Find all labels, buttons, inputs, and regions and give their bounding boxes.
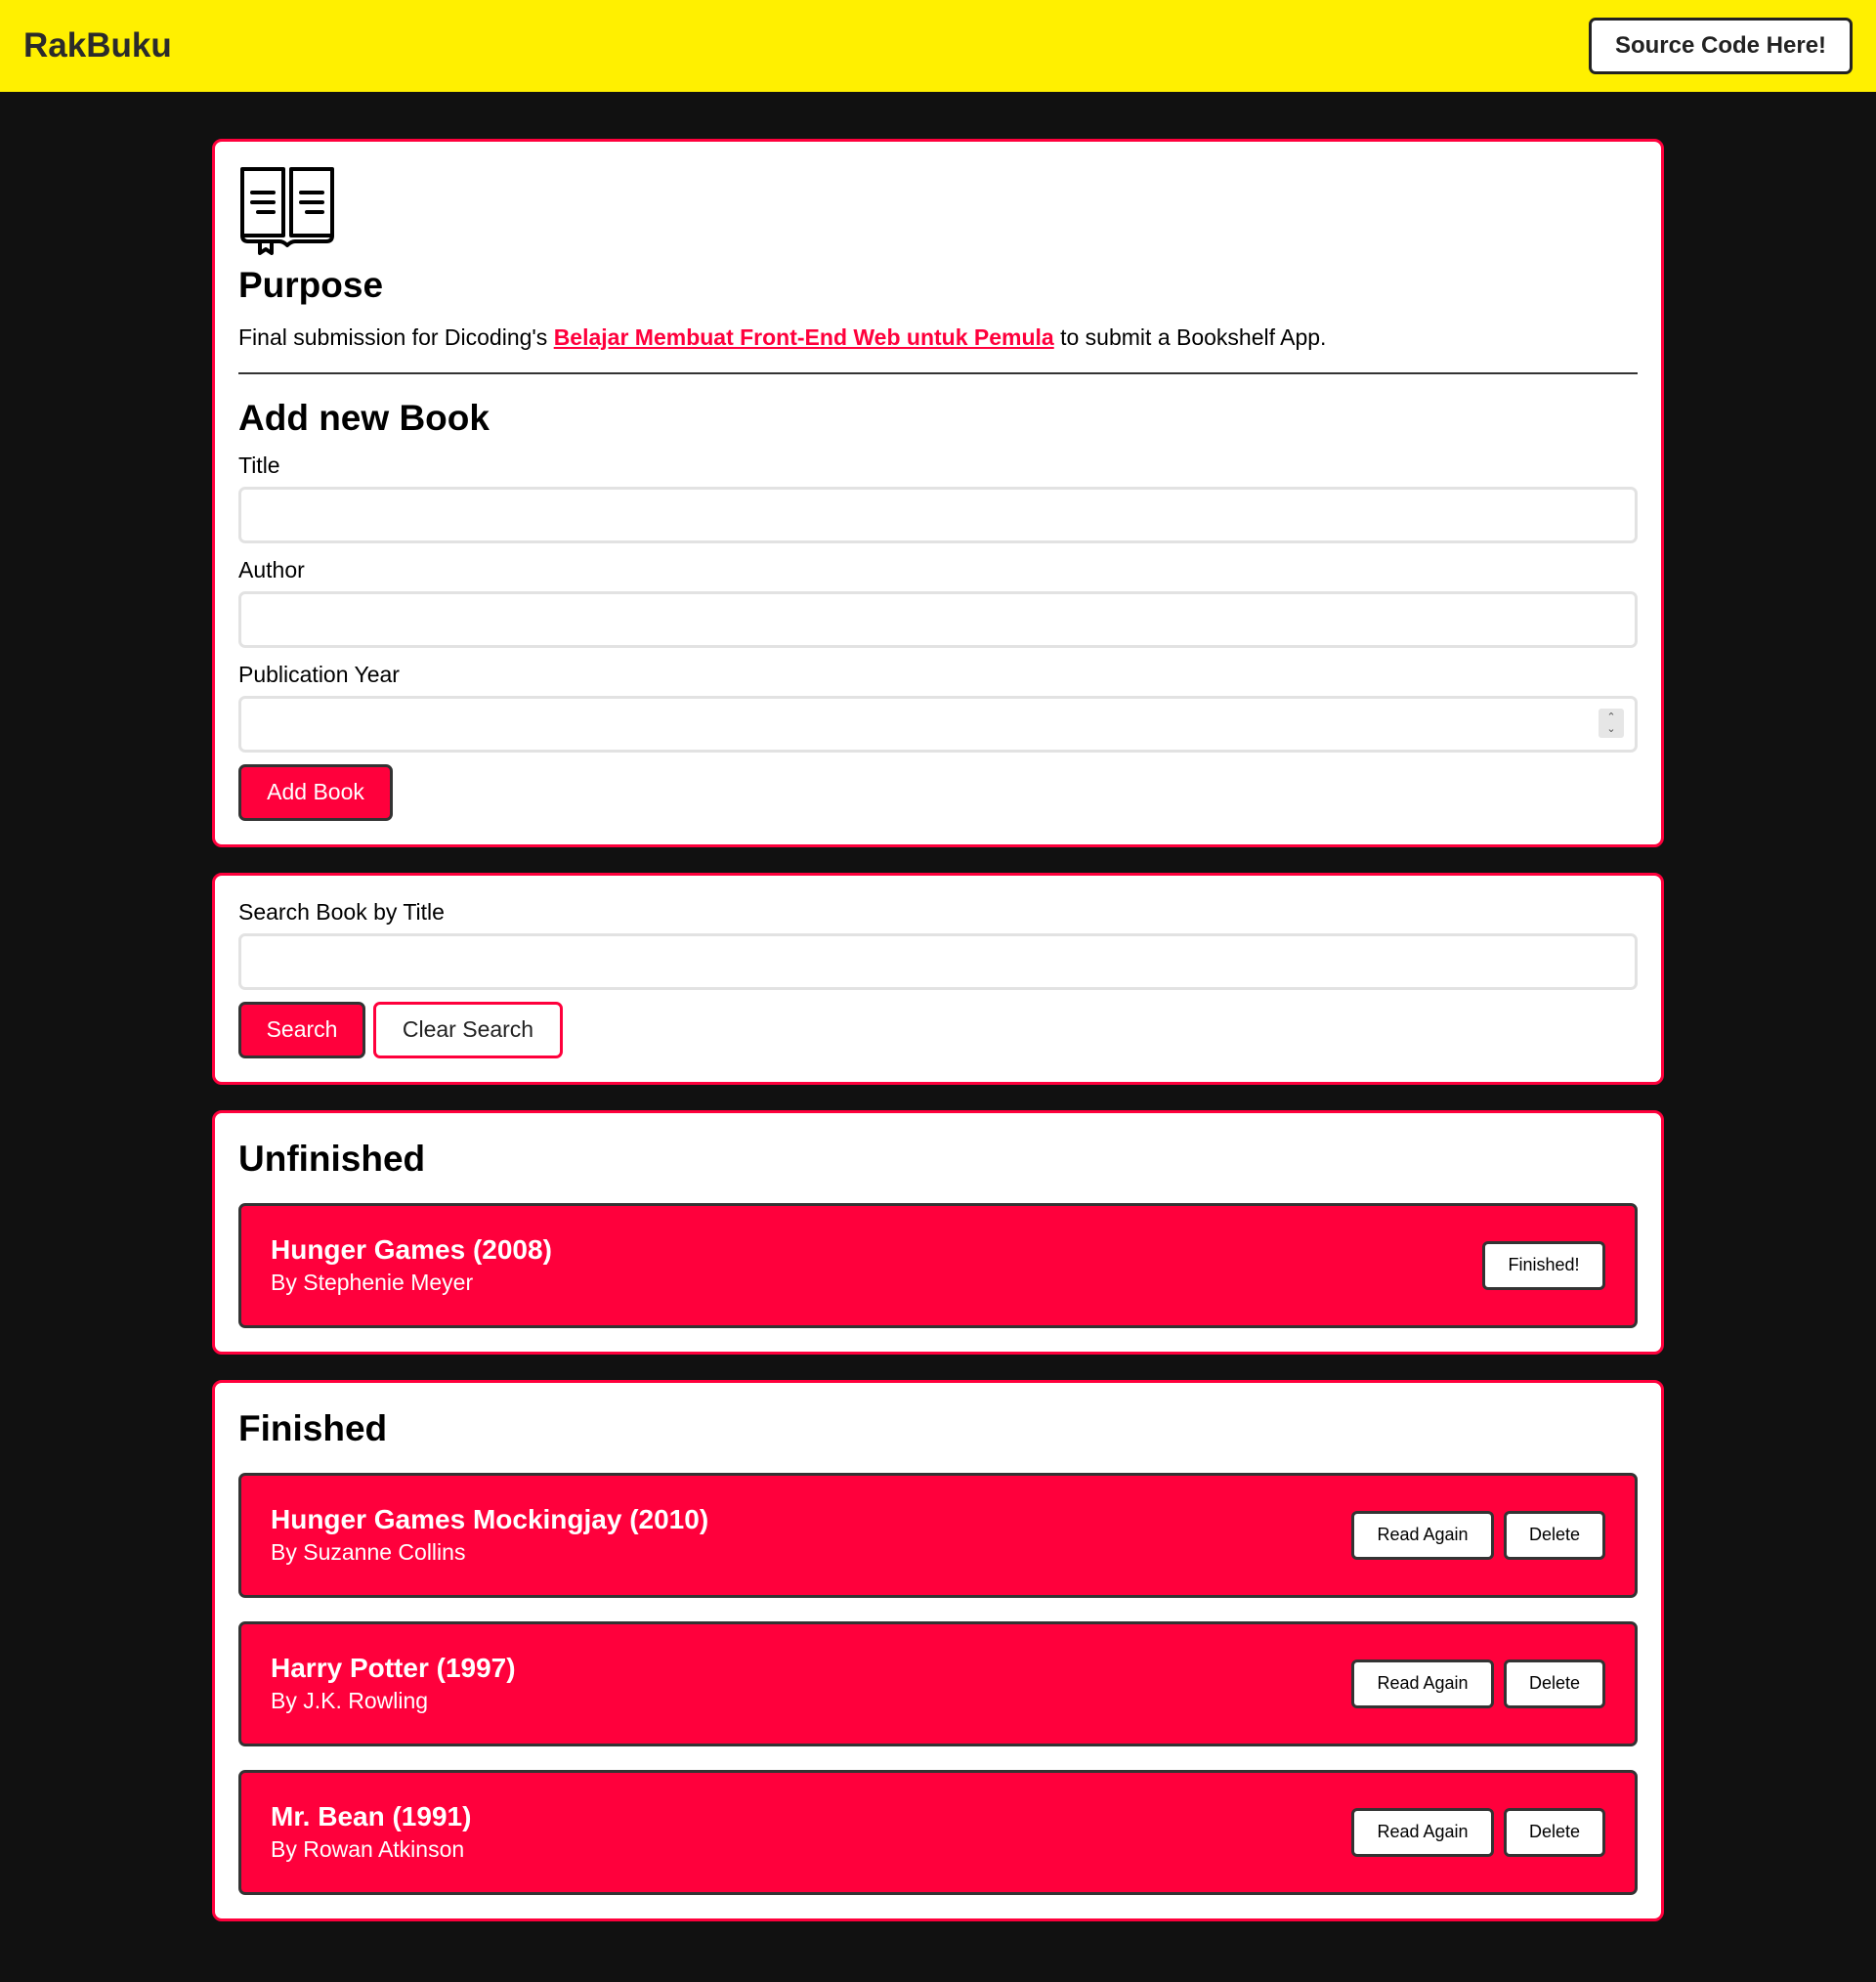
finished-shelf: Finished Hunger Games Mockingjay (2010) … [212, 1379, 1664, 1921]
add-book-form: Title Author Publication Year ⌃ ⌄ Add Bo… [238, 452, 1638, 821]
chevron-up-icon: ⌃ [1606, 711, 1616, 723]
book-item: Hunger Games (2008) By Stephenie Meyer F… [238, 1202, 1638, 1328]
read-again-button[interactable]: Read Again [1351, 1659, 1494, 1708]
book-actions: Read Again Delete [1351, 1510, 1605, 1560]
add-book-title: Add new Book [238, 397, 490, 438]
search-button[interactable]: Search [238, 1001, 365, 1058]
title-input[interactable] [238, 486, 1638, 543]
clear-search-button[interactable]: Clear Search [373, 1001, 563, 1058]
search-actions: Search Clear Search [238, 1001, 1638, 1058]
book-author: By Stephenie Meyer [271, 1270, 474, 1296]
publication-year-label: Publication Year [238, 661, 400, 687]
publication-year-wrapper: ⌃ ⌄ [238, 695, 1638, 753]
add-book-button[interactable]: Add Book [238, 763, 393, 821]
finished-title: Finished [238, 1407, 388, 1448]
title-label: Title [238, 452, 280, 478]
search-card: Search Book by Title Search Clear Search [212, 872, 1664, 1085]
book-title: Hunger Games Mockingjay (2010) [271, 1504, 709, 1535]
book-item: Hunger Games Mockingjay (2010) By Suzann… [238, 1472, 1638, 1598]
book-actions: Finished! [1482, 1240, 1605, 1290]
brand-logo: RakBuku [23, 26, 172, 65]
purpose-and-add-book-card: Purpose Final submission for Dicoding's … [212, 139, 1664, 847]
delete-button[interactable]: Delete [1504, 1807, 1605, 1857]
book-author: By J.K. Rowling [271, 1688, 429, 1714]
author-input[interactable] [238, 590, 1638, 648]
section-divider [238, 371, 1638, 374]
number-spinner[interactable]: ⌃ ⌄ [1599, 708, 1624, 738]
book-title: Mr. Bean (1991) [271, 1801, 472, 1832]
unfinished-shelf: Unfinished Hunger Games (2008) By Stephe… [212, 1109, 1664, 1355]
read-again-button[interactable]: Read Again [1351, 1510, 1494, 1560]
purpose-title: Purpose [238, 265, 384, 305]
book-author: By Rowan Atkinson [271, 1836, 465, 1863]
main-content: Purpose Final submission for Dicoding's … [212, 139, 1664, 1921]
mark-finished-button[interactable]: Finished! [1482, 1240, 1605, 1290]
purpose-text-before: Final submission for Dicoding's [238, 324, 554, 350]
book-title: Harry Potter (1997) [271, 1653, 516, 1684]
purpose-description: Final submission for Dicoding's Belajar … [238, 323, 1638, 353]
purpose-text-after: to submit a Bookshelf App. [1053, 324, 1327, 350]
read-again-button[interactable]: Read Again [1351, 1807, 1494, 1857]
delete-button[interactable]: Delete [1504, 1510, 1605, 1560]
book-author: By Suzanne Collins [271, 1539, 466, 1566]
book-title: Hunger Games (2008) [271, 1234, 552, 1266]
book-actions: Read Again Delete [1351, 1807, 1605, 1857]
book-info: Harry Potter (1997) By J.K. Rowling [271, 1653, 516, 1714]
author-label: Author [238, 556, 305, 582]
book-item: Harry Potter (1997) By J.K. Rowling Read… [238, 1620, 1638, 1746]
unfinished-title: Unfinished [238, 1138, 426, 1179]
top-navbar: RakBuku Source Code Here! [0, 0, 1876, 92]
book-actions: Read Again Delete [1351, 1659, 1605, 1708]
publication-year-input[interactable] [238, 695, 1638, 753]
source-code-button[interactable]: Source Code Here! [1589, 18, 1853, 74]
search-label: Search Book by Title [238, 898, 445, 925]
search-input[interactable] [238, 932, 1638, 990]
delete-button[interactable]: Delete [1504, 1659, 1605, 1708]
book-info: Hunger Games Mockingjay (2010) By Suzann… [271, 1504, 708, 1566]
book-item: Mr. Bean (1991) By Rowan Atkinson Read A… [238, 1769, 1638, 1895]
open-book-icon [240, 167, 334, 255]
dicoding-course-link[interactable]: Belajar Membuat Front-End Web untuk Pemu… [554, 324, 1054, 350]
book-info: Hunger Games (2008) By Stephenie Meyer [271, 1234, 552, 1296]
chevron-down-icon: ⌄ [1606, 722, 1616, 735]
book-info: Mr. Bean (1991) By Rowan Atkinson [271, 1801, 471, 1863]
